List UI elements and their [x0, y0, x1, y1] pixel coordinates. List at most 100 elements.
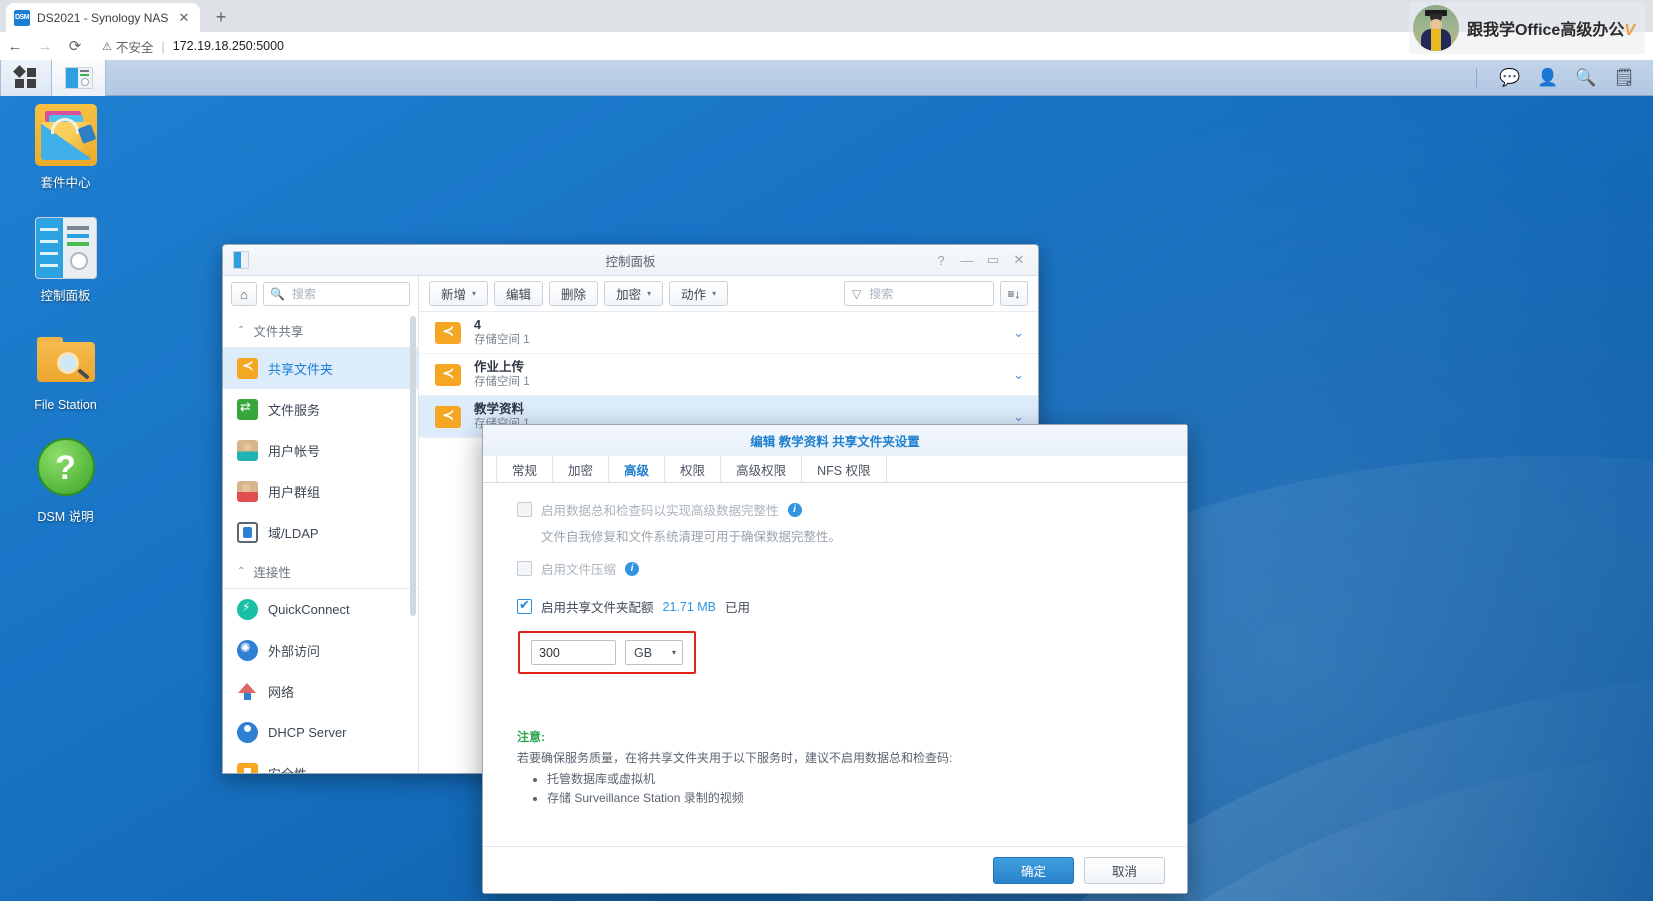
tab-nfs-permissions[interactable]: NFS 权限 [802, 456, 886, 482]
quota-checkbox[interactable] [517, 599, 532, 614]
checksum-checkbox[interactable] [517, 502, 532, 517]
desktop-icon-label: 套件中心 [18, 172, 113, 191]
dsm-desktop: 套件中心 控制面板 File Station ? DSM 说明 控制面板 ? [0, 96, 1653, 901]
sidebar-item-label: 文件服务 [268, 400, 320, 419]
sort-icon[interactable]: ≡↓ [1000, 281, 1028, 306]
sidebar-group-connectivity[interactable]: ⌃ 连接性 [223, 553, 418, 589]
address-bar[interactable]: ⚠ 不安全 | 172.19.18.250:5000 [102, 37, 284, 56]
sidebar-search-input[interactable] [290, 286, 403, 302]
dialog-tabs: 常规 加密 高级 权限 高级权限 NFS 权限 [483, 456, 1187, 483]
sidebar-scrollbar[interactable] [410, 316, 416, 616]
notifications-icon[interactable]: 💬 [1491, 68, 1529, 88]
file-services-icon [237, 399, 258, 420]
sidebar-items: ⌃ 文件共享 共享文件夹 文件服务 用户帐号 [223, 312, 418, 774]
sidebar-item-domain-ldap[interactable]: 域/LDAP [223, 512, 418, 553]
widgets-icon[interactable]: 🗒 [1605, 68, 1643, 88]
control-panel-icon [65, 67, 93, 89]
security-icon [237, 763, 258, 774]
sidebar-item-label: DHCP Server [268, 725, 347, 740]
shared-folder-icon [237, 358, 258, 379]
tab-general[interactable]: 常规 [496, 456, 553, 482]
user-account-icon [237, 440, 258, 461]
compression-checkbox[interactable] [517, 561, 532, 576]
sidebar-group-file-sharing[interactable]: ⌃ 文件共享 [223, 312, 418, 348]
control-panel-icon [35, 217, 97, 279]
reload-icon[interactable]: ⟳ [60, 37, 90, 55]
quota-label: 启用共享文件夹配额 [541, 597, 654, 616]
tab-permissions[interactable]: 权限 [665, 456, 721, 482]
folder-search[interactable]: ▽ [844, 281, 994, 306]
compression-option-row[interactable]: 启用文件压缩 i [517, 559, 1165, 578]
user-group-icon [237, 481, 258, 502]
desktop-icon-label: 控制面板 [18, 285, 113, 304]
forward-icon[interactable]: → [30, 38, 60, 55]
taskbar-item-control-panel[interactable] [52, 60, 106, 96]
info-icon[interactable]: i [625, 562, 639, 576]
browser-tab[interactable]: DSM DS2021 - Synology NAS ✕ [6, 3, 200, 32]
new-tab-button[interactable]: + [208, 5, 234, 31]
chevron-down-icon[interactable]: ⌄ [1013, 367, 1024, 383]
url-separator: | [161, 39, 164, 54]
quota-unit-select[interactable]: GB ▾ [625, 640, 683, 665]
maximize-icon[interactable]: ▭ [980, 252, 1006, 268]
tab-advanced[interactable]: 高级 [609, 456, 665, 482]
sidebar-item-label: QuickConnect [268, 602, 350, 617]
chevron-down-icon[interactable]: ⌄ [1013, 325, 1024, 341]
back-icon[interactable]: ← [0, 38, 30, 55]
confirm-button[interactable]: 确定 [993, 857, 1074, 884]
home-icon[interactable]: ⌂ [231, 282, 257, 306]
browser-chrome: DSM DS2021 - Synology NAS ✕ + ← → ⟳ ⚠ 不安… [0, 0, 1653, 60]
table-row[interactable]: 4 存储空间 1 ⌄ [419, 312, 1038, 354]
info-icon[interactable]: i [788, 503, 802, 517]
search-icon[interactable]: 🔍 [1567, 68, 1605, 88]
sidebar-item-dhcp-server[interactable]: DHCP Server [223, 712, 418, 753]
security-status: 不安全 [116, 37, 154, 56]
create-label: 新增 [441, 284, 466, 303]
edit-button[interactable]: 编辑 [494, 281, 543, 306]
watermark-label: 跟我学Office高级办公 [1467, 22, 1624, 39]
create-button[interactable]: 新增 ▾ [429, 281, 488, 306]
help-icon[interactable]: ? [928, 253, 954, 268]
window-titlebar[interactable]: 控制面板 ? — ▭ ✕ [223, 245, 1038, 276]
sidebar-item-user-group[interactable]: 用户群组 [223, 471, 418, 512]
desktop-icon-dsm-help[interactable]: ? DSM 说明 [18, 438, 113, 525]
tab-advanced-permissions[interactable]: 高级权限 [721, 456, 802, 482]
sidebar-item-network[interactable]: 网络 [223, 671, 418, 712]
action-button[interactable]: 动作 ▾ [669, 281, 728, 306]
desktop-icon-control-panel[interactable]: 控制面板 [18, 217, 113, 304]
close-icon[interactable]: ✕ [1006, 252, 1032, 268]
user-icon[interactable]: 👤 [1529, 68, 1567, 88]
table-row[interactable]: 作业上传 存储空间 1 ⌄ [419, 354, 1038, 396]
quota-input-highlight: GB ▾ [518, 631, 696, 674]
sidebar-item-security[interactable]: 安全性 [223, 753, 418, 774]
desktop-icon-package-center[interactable]: 套件中心 [18, 104, 113, 191]
checksum-label: 启用数据总和检查码以实现高级数据完整性 [541, 500, 779, 519]
chevron-up-icon: ⌃ [237, 325, 245, 336]
sidebar-item-external-access[interactable]: 外部访问 [223, 630, 418, 671]
control-panel-sidebar: ⌂ 🔍 ⌃ 文件共享 共享文件夹 [223, 276, 419, 774]
cancel-button[interactable]: 取消 [1084, 857, 1165, 884]
tab-encryption[interactable]: 加密 [553, 456, 609, 482]
sidebar-item-label: 共享文件夹 [268, 359, 333, 378]
sidebar-item-file-services[interactable]: 文件服务 [223, 389, 418, 430]
sidebar-item-quickconnect[interactable]: QuickConnect [223, 589, 418, 630]
desktop-icon-file-station[interactable]: File Station [18, 330, 113, 412]
close-icon[interactable]: ✕ [176, 10, 192, 26]
dialog-body: 启用数据总和检查码以实现高级数据完整性 i 文件自我修复和文件系统清理可用于确保… [483, 483, 1187, 846]
main-menu-button[interactable] [0, 60, 52, 96]
desktop-icon-label: DSM 说明 [18, 506, 113, 525]
compression-label: 启用文件压缩 [541, 559, 616, 578]
window-title: 控制面板 [223, 251, 1038, 270]
encrypt-button[interactable]: 加密 ▾ [604, 281, 663, 306]
sidebar-item-user-account[interactable]: 用户帐号 [223, 430, 418, 471]
delete-button[interactable]: 删除 [549, 281, 598, 306]
minimize-icon[interactable]: — [954, 253, 980, 268]
sidebar-search[interactable]: 🔍 [263, 282, 410, 306]
sidebar-item-shared-folder[interactable]: 共享文件夹 [223, 348, 418, 389]
checksum-option-row[interactable]: 启用数据总和检查码以实现高级数据完整性 i [517, 500, 1165, 519]
dialog-footer: 确定 取消 [483, 846, 1187, 893]
quota-input[interactable] [531, 640, 616, 665]
folder-search-input[interactable] [867, 286, 986, 302]
quota-option-row[interactable]: 启用共享文件夹配额 21.71 MB 已用 [517, 597, 1165, 616]
chevron-down-icon[interactable]: ⌄ [1013, 409, 1024, 425]
